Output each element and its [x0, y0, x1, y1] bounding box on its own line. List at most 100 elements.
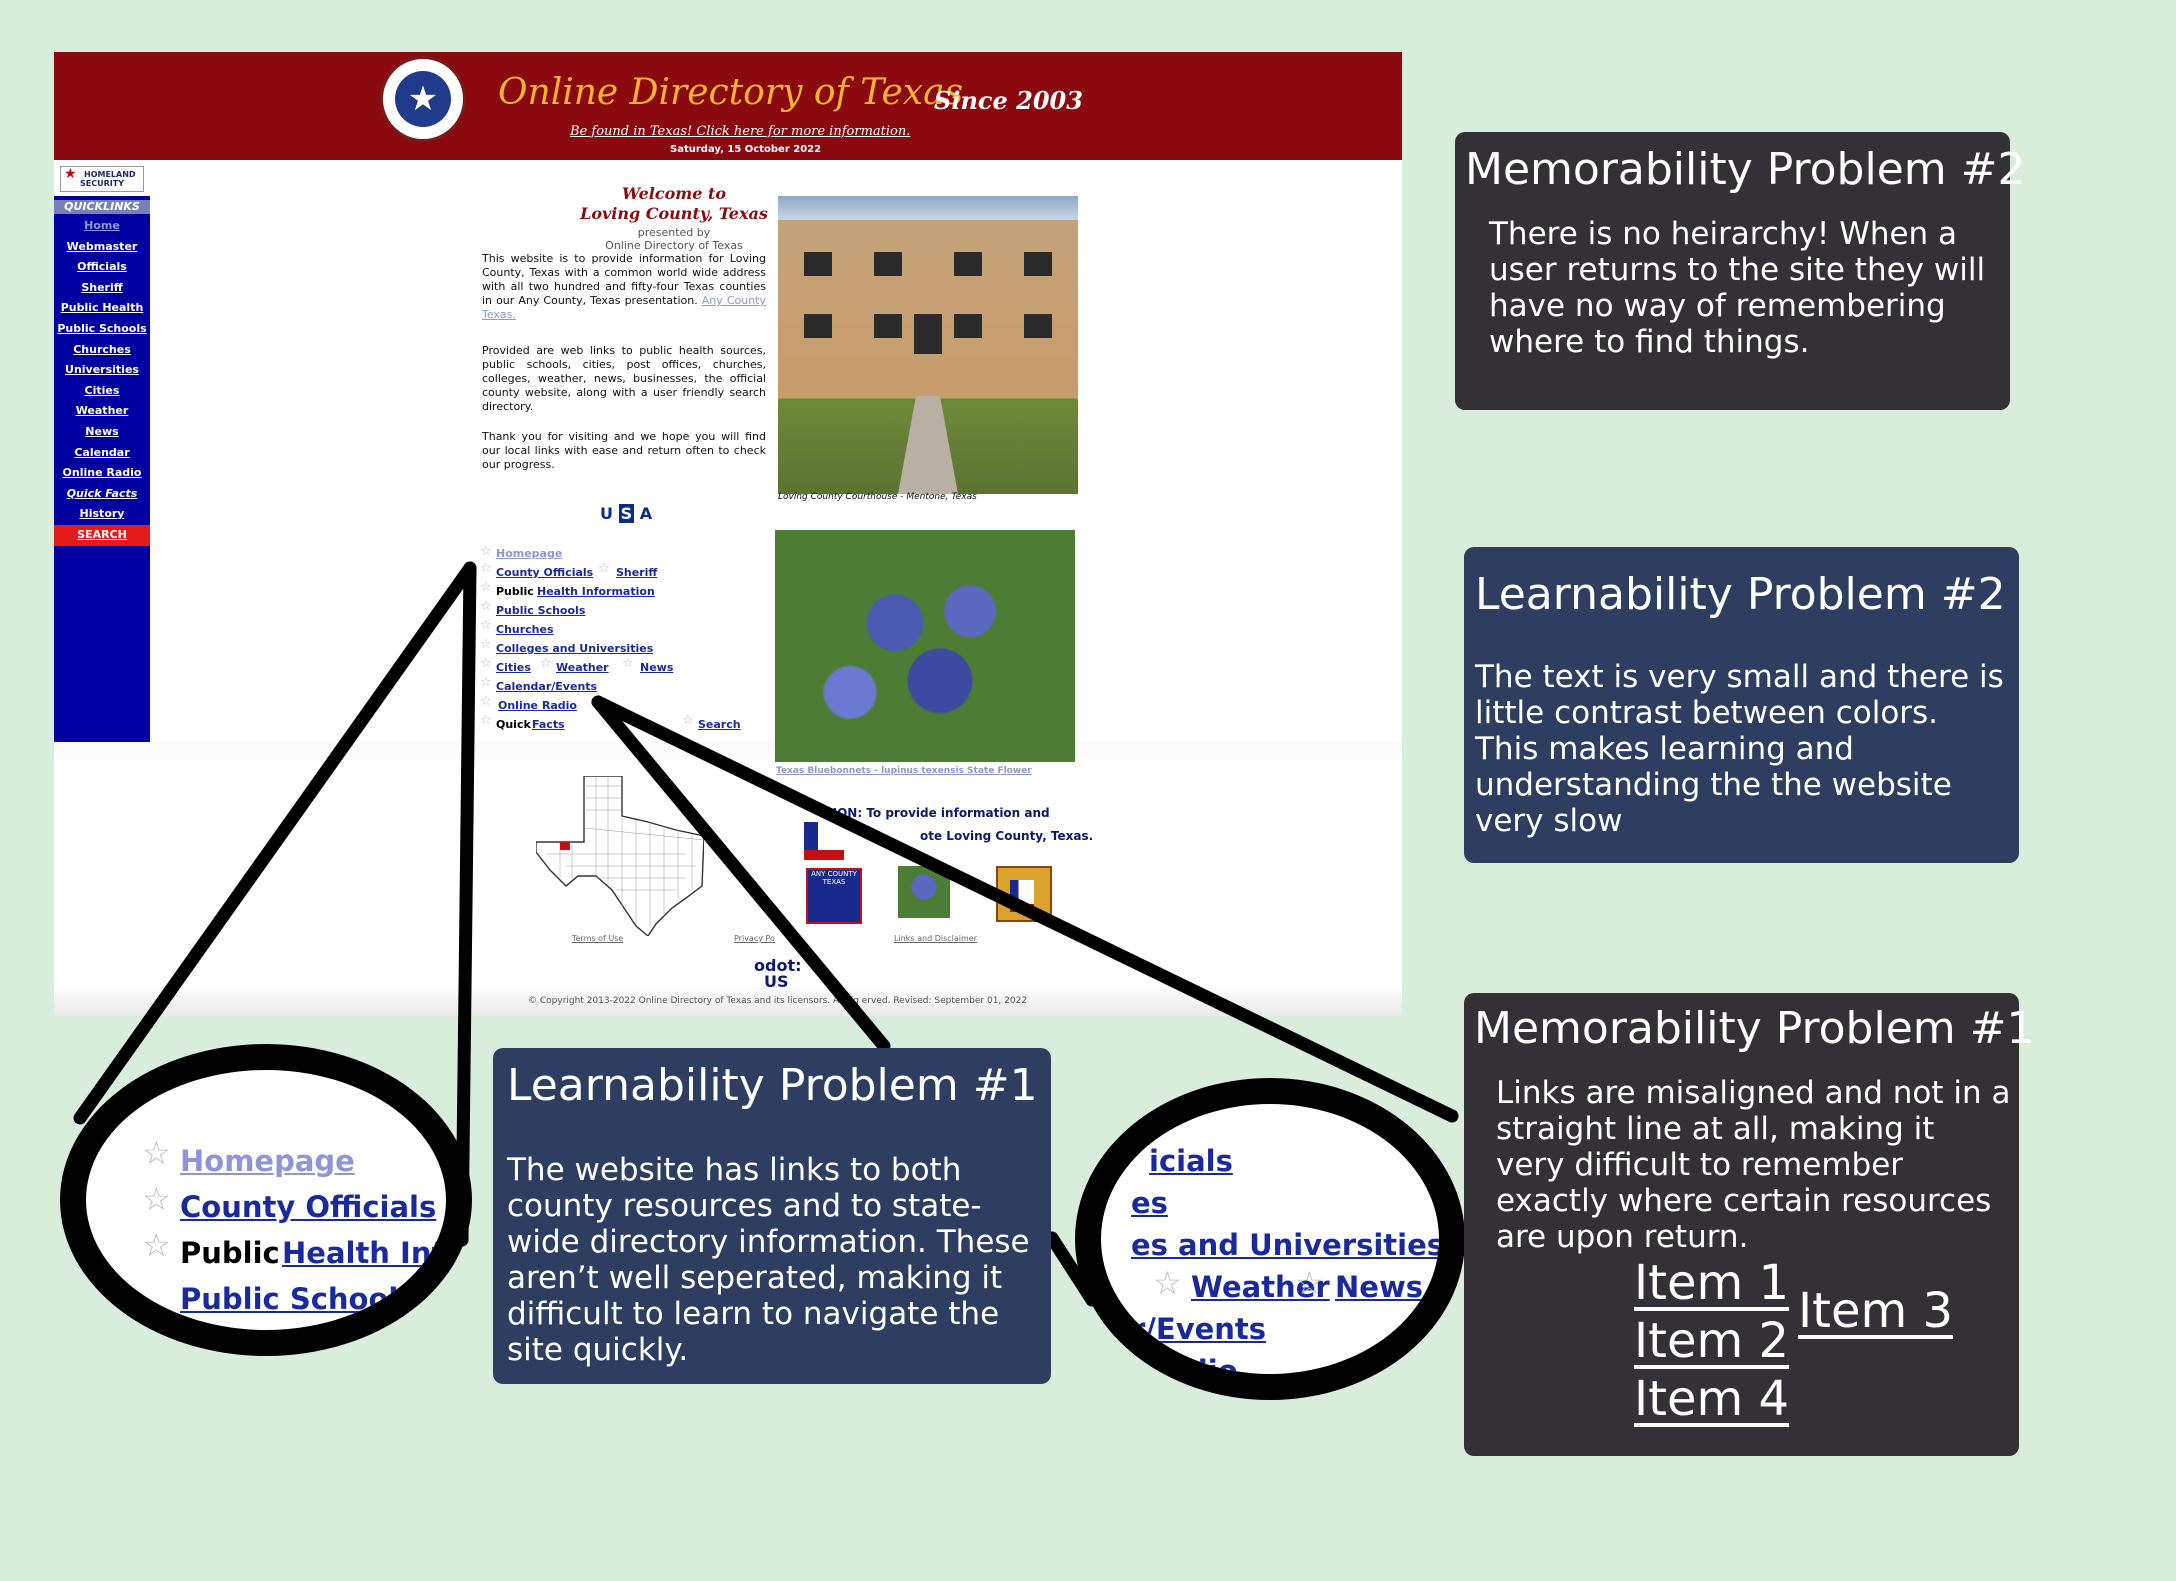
memorability-problem-2-card: Memorability Problem #2 There is no heir…	[1455, 132, 2025, 410]
star-icon: ☆	[480, 544, 492, 559]
star-icon: ☆	[480, 675, 492, 690]
link-health-information[interactable]: Health Information	[537, 585, 655, 598]
zoom-link-public-school: Public School	[180, 1282, 399, 1316]
zoom-link-county-officials: County Officials	[180, 1190, 437, 1224]
link-colleges[interactable]: Colleges and Universities	[496, 642, 653, 655]
mission-statement: SION: To provide information and ote Lov…	[824, 802, 1114, 848]
texas-county-map[interactable]	[536, 776, 704, 936]
card-body: The text is very small and there is litt…	[1475, 659, 2004, 839]
zoom-ellipse-left: ☆ Homepage ☆ County Officials ☆ Public H…	[60, 1044, 472, 1356]
link-facts[interactable]: Facts	[532, 718, 565, 731]
mission-line2: ote Loving County, Texas.	[920, 829, 1094, 843]
star-icon: ★	[395, 71, 451, 127]
link-sheriff[interactable]: Sheriff	[616, 566, 657, 579]
link-news[interactable]: News	[640, 661, 673, 674]
quicklinks-header: QUICKLINKS	[54, 200, 150, 214]
usa-a: A	[639, 504, 653, 523]
welcome-line1: Welcome to	[621, 184, 727, 203]
sidebar-item-public-schools[interactable]: Public Schools	[54, 319, 150, 340]
sidebar-list: Home Webmaster Officials Sheriff Public …	[54, 216, 150, 546]
presented-by-label: presented by	[637, 226, 711, 239]
welcome-heading: Welcome to Loving County, Texas	[534, 184, 814, 224]
terms-link[interactable]: Terms of Use	[572, 934, 623, 943]
star-icon: ☆	[480, 599, 492, 614]
courthouse-photo	[778, 196, 1078, 494]
star-icon: ☆	[1295, 1264, 1324, 1302]
link-search[interactable]: Search	[698, 718, 741, 731]
sidebar-item-sheriff[interactable]: Sheriff	[54, 278, 150, 299]
sidebar-item-officials[interactable]: Officials	[54, 257, 150, 278]
card-body: Links are misaligned and not in a straig…	[1496, 1075, 2011, 1255]
sidebar-item-search[interactable]: SEARCH	[54, 524, 150, 546]
sidebar-item-calendar[interactable]: Calendar	[54, 443, 150, 464]
sidebar-item-history[interactable]: History	[54, 504, 150, 525]
star-icon: ☆	[480, 637, 492, 652]
link-homepage[interactable]: Homepage	[496, 547, 562, 560]
welcome-line2: Loving County, Texas	[580, 204, 768, 223]
star-icon: ☆	[682, 713, 694, 728]
star-icon: ☆	[480, 694, 492, 709]
sidebar-item-weather[interactable]: Weather	[54, 401, 150, 422]
zoom-public-label: Public	[180, 1236, 280, 1270]
usa-s: S	[618, 504, 635, 523]
bluebonnets-photo	[775, 530, 1075, 762]
homeland-security-label: HOMELAND SECURITY	[80, 170, 136, 188]
sidebar-item-webmaster[interactable]: Webmaster	[54, 237, 150, 258]
star-icon: ☆	[480, 580, 492, 595]
mission-line1: SION: To provide information and	[824, 806, 1050, 820]
link-online-radio[interactable]: Online Radio	[498, 699, 577, 712]
card-body: The website has links to both county res…	[507, 1152, 1030, 1368]
link-calendar[interactable]: Calendar/Events	[496, 680, 597, 693]
sidebar-item-online-radio[interactable]: Online Radio	[54, 463, 150, 484]
zoom-link-colleges-fragment: es and Universities	[1131, 1228, 1445, 1262]
site-footer	[54, 742, 1402, 1016]
site-seal-logo[interactable]: ★	[380, 56, 466, 142]
site-date: Saturday, 15 October 2022	[670, 144, 822, 155]
usa-logo[interactable]: U S A	[600, 504, 652, 523]
sidebar-item-news[interactable]: News	[54, 422, 150, 443]
link-public-schools[interactable]: Public Schools	[496, 604, 585, 617]
links-paragraph: Provided are web links to public health …	[482, 344, 766, 413]
site-tagline-link[interactable]: Be found in Texas! Click here for more i…	[570, 124, 910, 139]
card-title: Memorability Problem #2	[1465, 144, 2026, 195]
public-label: Public	[496, 585, 534, 598]
sidebar-item-public-health[interactable]: Public Health	[54, 298, 150, 319]
sidebar-item-churches[interactable]: Churches	[54, 340, 150, 361]
example-item-4: Item 4	[1634, 1371, 1790, 1427]
copyright-text: © Copyright 2013-2022 Online Directory o…	[528, 996, 1028, 1006]
card-title: Learnability Problem #2	[1475, 569, 2006, 620]
bluebonnets-caption[interactable]: Texas Bluebonnets - lupinus texensis Sta…	[776, 766, 1032, 776]
sidebar-item-quick-facts[interactable]: Quick Facts	[54, 484, 150, 505]
link-cities[interactable]: Cities	[496, 661, 531, 674]
bluebonnet-logo[interactable]	[898, 866, 950, 918]
odot-logo[interactable]: odot: US	[754, 958, 801, 990]
zoom-link-health-info: Health Info	[282, 1236, 465, 1270]
link-weather[interactable]: Weather	[556, 661, 609, 674]
links-disclaimer-link[interactable]: Links and Disclaimer	[894, 934, 977, 943]
example-item-1: Item 1	[1634, 1255, 1790, 1311]
homeland-security-badge[interactable]: ★ HOMELAND SECURITY	[60, 166, 144, 192]
star-icon: ☆	[480, 656, 492, 671]
sidebar-item-universities[interactable]: Universities	[54, 360, 150, 381]
star-icon: ☆	[142, 1134, 171, 1172]
zoom-ellipse-right: icials es es and Universities ☆ Weather …	[1075, 1078, 1465, 1400]
star-icon: ☆	[142, 1180, 171, 1218]
sidebar-item-home[interactable]: Home	[54, 216, 150, 237]
learnability-problem-2-card: Learnability Problem #2 The text is very…	[1464, 547, 2019, 863]
star-icon: ☆	[1153, 1264, 1182, 1302]
privacy-link[interactable]: Privacy Po	[734, 934, 775, 943]
thanks-paragraph: Thank you for visiting and we hope you w…	[482, 430, 766, 471]
sidebar-item-cities[interactable]: Cities	[54, 381, 150, 402]
zoom-link-news: News	[1335, 1270, 1423, 1304]
texas-map-logo[interactable]	[996, 866, 1052, 922]
any-county-logo[interactable]: ANY COUNTY TEXAS	[806, 868, 862, 924]
site-title: Online Directory of Texas	[498, 72, 964, 113]
zoom-link-events-fragment: r/Events	[1131, 1312, 1267, 1346]
any-county-logo-label: ANY COUNTY TEXAS	[811, 870, 857, 886]
zoom-link-fragment: es	[1131, 1186, 1168, 1220]
zoom-link-homepage: Homepage	[180, 1144, 355, 1178]
link-county-officials[interactable]: County Officials	[496, 566, 593, 579]
texas-flag-icon	[804, 822, 844, 860]
quick-label: Quick	[496, 718, 531, 731]
link-churches[interactable]: Churches	[496, 623, 554, 636]
